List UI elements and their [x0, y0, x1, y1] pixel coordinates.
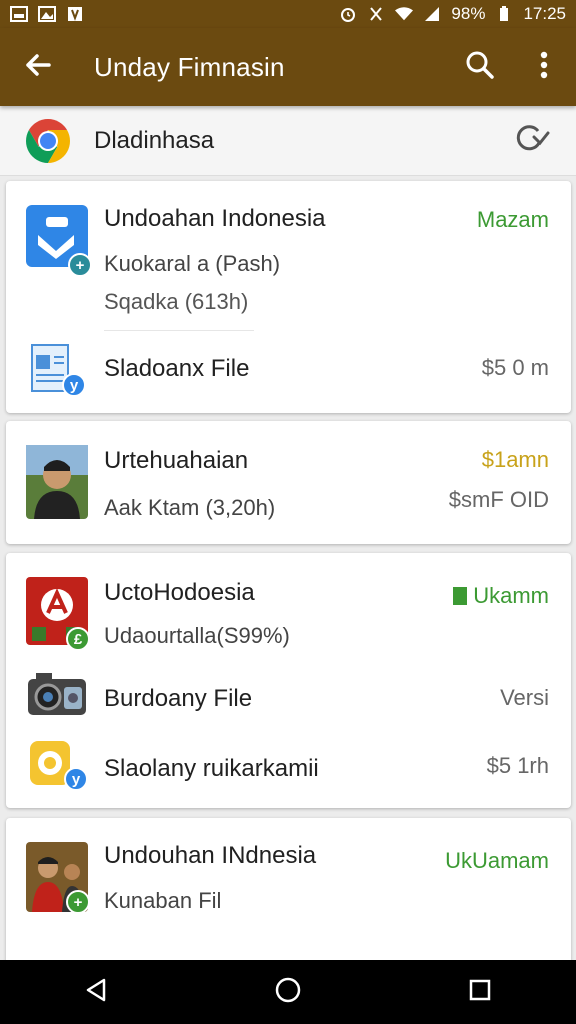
item-detail: Sqadka (613h): [104, 289, 249, 314]
nav-back-button[interactable]: [56, 960, 136, 1024]
list-item[interactable]: y Sladoanx File $5 0 m: [6, 331, 571, 413]
currency-badge-icon: £: [66, 627, 90, 651]
triangle-back-icon: [84, 977, 108, 1008]
app-notification-icon: [66, 6, 84, 22]
item-status: UkUamam: [445, 848, 549, 873]
app-bar: Unday Fimnasin: [0, 28, 576, 106]
item-size: $5 0 m: [481, 355, 549, 380]
search-button[interactable]: [448, 28, 512, 106]
item-subtitle: Kunaban Fil: [104, 888, 222, 913]
signal-icon: [423, 6, 441, 22]
more-options-button[interactable]: [512, 28, 576, 106]
wifi-icon: [395, 6, 414, 22]
square-recent-icon: [468, 978, 492, 1007]
clock: 17:25: [523, 4, 566, 23]
item-title: Slaolany ruikarkamii: [104, 755, 319, 782]
page-title: Unday Fimnasin: [94, 51, 285, 82]
item-title: Undouhan INdnesia: [104, 842, 317, 869]
progress-square-icon: [453, 587, 468, 605]
search-icon: [465, 50, 495, 85]
item-title: Undoahan Indonesia: [104, 205, 326, 232]
item-subtitle: Udaourtalla(S99%): [104, 623, 290, 648]
download-card: + Undouhan INdnesia Kunaban Fil UkUamam: [6, 818, 571, 978]
download-card: + Undoahan Indonesia Kuokaral a (Pash) S…: [6, 181, 571, 413]
add-badge-icon: +: [66, 890, 90, 914]
item-title: Sladoanx File: [104, 355, 250, 382]
item-status-label: Ukamm: [473, 583, 549, 608]
vibrate-icon: [367, 6, 385, 22]
chrome-logo-icon: [24, 117, 72, 165]
file-badge-icon: y: [64, 767, 88, 791]
download-card: £ UctoHodoesia Udaourtalla(S99%) Ukamm B…: [6, 553, 571, 808]
list-item[interactable]: y Slaolany ruikarkamii $5 1rh: [6, 733, 571, 808]
list-item[interactable]: + Undoahan Indonesia Kuokaral a (Pash) S…: [6, 181, 571, 331]
status-bar: 98% 17:25: [0, 0, 576, 28]
item-subtitle: Aak Ktam (3,20h): [104, 495, 276, 520]
refresh-icon: [510, 121, 550, 160]
browser-header[interactable]: Dladinhasa: [0, 106, 576, 176]
nav-recent-button[interactable]: [440, 960, 520, 1024]
battery-icon: [495, 6, 513, 22]
item-status: Mazam: [476, 207, 549, 232]
alarm-icon: [339, 6, 357, 22]
download-card: Urtehuahaian Aak Ktam (3,20h) $1amn $smF…: [6, 421, 571, 544]
item-title: UctoHodoesia: [104, 579, 255, 606]
item-title: Burdoany File: [104, 685, 253, 712]
item-title: Urtehuahaian: [104, 447, 249, 474]
battery-level: 98%: [451, 4, 486, 23]
item-version: Versi: [500, 685, 549, 710]
circle-home-icon: [274, 976, 302, 1009]
list-item[interactable]: Urtehuahaian Aak Ktam (3,20h) $1amn $smF…: [6, 421, 571, 544]
camera-icon: [26, 669, 88, 731]
item-size: $5 1rh: [486, 753, 549, 778]
navigation-bar: [0, 960, 576, 1024]
item-size: $smF OID: [448, 487, 549, 512]
browser-name: Dladinhasa: [94, 126, 215, 154]
item-subtitle: Kuokaral a (Pash): [104, 251, 281, 276]
list-item[interactable]: + Undouhan INdnesia Kunaban Fil UkUamam: [6, 818, 571, 943]
list-item[interactable]: Burdoany File Versi: [6, 663, 571, 733]
person-photo-icon: [26, 445, 88, 519]
item-status: $1amn: [481, 447, 549, 472]
file-badge-icon: y: [62, 373, 86, 397]
add-badge-icon: +: [68, 253, 92, 277]
more-vert-icon: [539, 50, 549, 85]
item-status: Ukamm: [453, 583, 549, 609]
refresh-button[interactable]: [498, 109, 562, 173]
nav-home-button[interactable]: [248, 960, 328, 1024]
back-button[interactable]: [0, 28, 76, 106]
gallery-notification-icon: [10, 6, 28, 22]
list-item[interactable]: £ UctoHodoesia Udaourtalla(S99%) Ukamm: [6, 553, 571, 653]
arrow-left-icon: [23, 50, 53, 85]
photo-notification-icon: [38, 6, 56, 22]
